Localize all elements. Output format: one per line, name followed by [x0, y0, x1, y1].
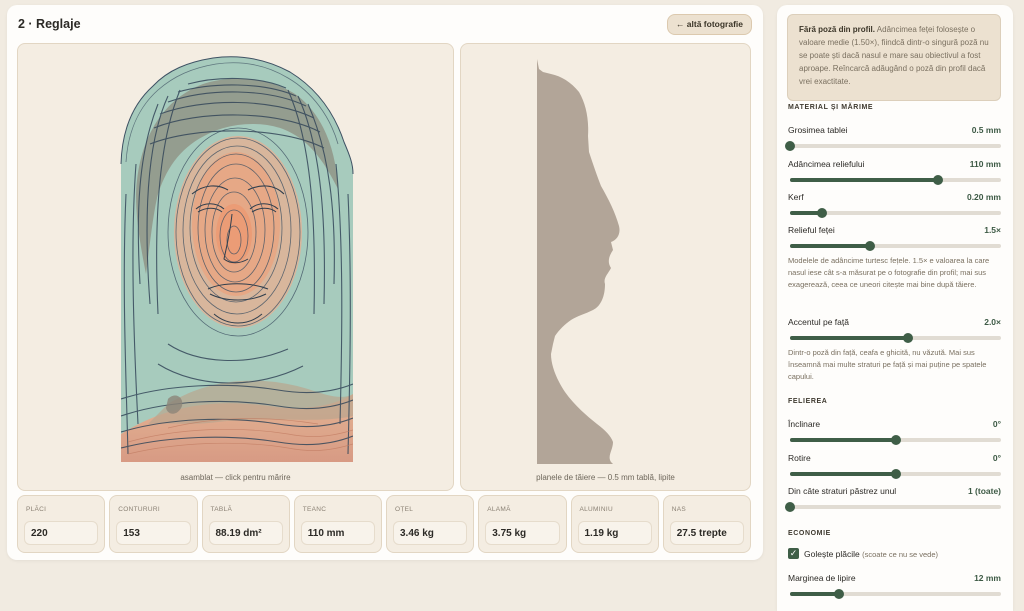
stat-plates: PLĂCI 220: [17, 495, 106, 553]
face-accent-label: Accentul pe față: [788, 317, 849, 327]
stat-contours: CONTURURI 153: [109, 495, 198, 553]
page-title: 2 · Reglaje: [18, 17, 81, 31]
relief-slider[interactable]: [790, 241, 1001, 251]
preview-card: 2 · Reglaje ← altă fotografie asamblat —…: [7, 5, 763, 560]
stat-value: 153: [116, 521, 191, 545]
slider-thumb[interactable]: [865, 241, 876, 251]
stat-label: CONTURURI: [118, 506, 160, 513]
assembled-caption: asamblat — click pentru mărire: [180, 473, 291, 482]
slider-thumb[interactable]: [903, 333, 914, 343]
stat-value: 3.75 kg: [485, 521, 560, 545]
stat-label: TEANC: [302, 506, 327, 513]
rotation-value: 0°: [992, 453, 1001, 463]
stats-row: PLĂCI 220 CONTURURI 153 TABLĂ 88.19 dm² …: [17, 495, 751, 553]
face-accent-slider[interactable]: [790, 333, 1001, 343]
rotation-slider[interactable]: [790, 469, 1001, 479]
stat-aluminium: ALUMINIU 1.19 kg: [570, 495, 659, 553]
cutting-planes-profile: [537, 59, 620, 464]
stat-value: 27.5 trepte: [669, 521, 744, 545]
assembled-preview[interactable]: asamblat — click pentru mărire: [17, 43, 454, 491]
profile-notice: Fără poză din profil. Adâncimea feței fo…: [787, 14, 1001, 101]
slider-thumb[interactable]: [890, 435, 901, 445]
stat-value: 110 mm: [300, 521, 375, 545]
relief-label: Relieful feței: [788, 225, 835, 235]
depth-label: Adâncimea reliefului: [788, 159, 865, 169]
stat-label: NAS: [671, 506, 687, 513]
keep-layers-value: 1 (toate): [967, 486, 1001, 496]
face-accent-help: Dintr-o poză din față, ceafa e ghicită, …: [788, 348, 987, 381]
thickness-value: 0.5 mm: [971, 125, 1001, 135]
relief-help: Modelele de adâncime turtesc fețele. 1.5…: [788, 256, 990, 289]
stat-label: TABLĂ: [210, 506, 233, 513]
section-material: MATERIAL ȘI MĂRIME: [788, 104, 874, 111]
stat-nose: NAS 27.5 trepte: [662, 495, 751, 553]
slider-thumb[interactable]: [785, 502, 795, 512]
stat-sheet: TABLĂ 88.19 dm²: [201, 495, 290, 553]
glue-margin-label: Marginea de lipire: [788, 573, 856, 583]
thickness-label: Grosimea tablei: [788, 125, 848, 135]
tilt-slider[interactable]: [790, 435, 1001, 445]
stat-label: PLĂCI: [26, 506, 47, 513]
stat-value: 3.46 kg: [393, 521, 468, 545]
slider-thumb[interactable]: [833, 589, 844, 599]
glue-margin-slider[interactable]: [790, 589, 1001, 599]
rotation-label: Rotire: [788, 453, 811, 463]
settings-sidebar: Fără poză din profil. Adâncimea feței fo…: [777, 5, 1013, 611]
stat-steel: OȚEL 3.46 kg: [386, 495, 475, 553]
tilt-label: Înclinare: [788, 419, 821, 429]
depth-value: 110 mm: [969, 159, 1001, 169]
section-economy: ECONOMIE: [788, 530, 831, 537]
slider-thumb[interactable]: [816, 208, 827, 218]
slider-thumb[interactable]: [785, 141, 795, 151]
relief-value: 1.5×: [984, 225, 1001, 235]
stat-value: 88.19 dm²: [208, 521, 283, 545]
kerf-value: 0.20 mm: [966, 192, 1001, 202]
keep-layers-label: Din câte straturi păstrez unul: [788, 486, 897, 496]
stat-label: ALUMINIU: [579, 506, 613, 513]
stat-label: OȚEL: [395, 506, 414, 513]
other-photo-button[interactable]: ← altă fotografie: [666, 14, 752, 35]
notice-title: Fără poză din profil.: [799, 25, 876, 34]
tilt-value: 0°: [992, 419, 1001, 429]
slider-thumb[interactable]: [890, 469, 901, 479]
assembled-relief-image: [120, 56, 354, 463]
cutting-planes-caption: planele de tăiere — 0.5 mm tablă, lipite: [536, 473, 675, 482]
keep-layers-slider[interactable]: [785, 502, 1001, 512]
profile-silhouette: [537, 59, 620, 464]
hollow-plates-checkbox[interactable]: ✓: [788, 548, 799, 559]
notice-body: Adâncimea feței folosește o valoare medi…: [799, 25, 989, 86]
cutting-planes-preview: planele de tăiere — 0.5 mm tablă, lipite: [460, 43, 751, 491]
face-accent-value: 2.0×: [984, 317, 1001, 327]
section-slicing: FELIEREA: [788, 398, 828, 405]
stat-value: 1.19 kg: [577, 521, 652, 545]
slider-thumb[interactable]: [932, 175, 943, 185]
depth-slider[interactable]: [790, 175, 1001, 185]
stat-value: 220: [24, 521, 99, 545]
hollow-plates-label: Golește plăcile: [804, 549, 860, 559]
kerf-slider[interactable]: [790, 208, 1001, 218]
thickness-slider[interactable]: [785, 141, 1001, 151]
stat-brass: ALAMĂ 3.75 kg: [478, 495, 567, 553]
glue-margin-value: 12 mm: [974, 573, 1001, 583]
kerf-label: Kerf: [788, 192, 804, 202]
stat-stack: TEANC 110 mm: [293, 495, 382, 553]
hollow-plates-hint: (scoate ce nu se vede): [862, 550, 939, 559]
stat-label: ALAMĂ: [487, 506, 511, 513]
